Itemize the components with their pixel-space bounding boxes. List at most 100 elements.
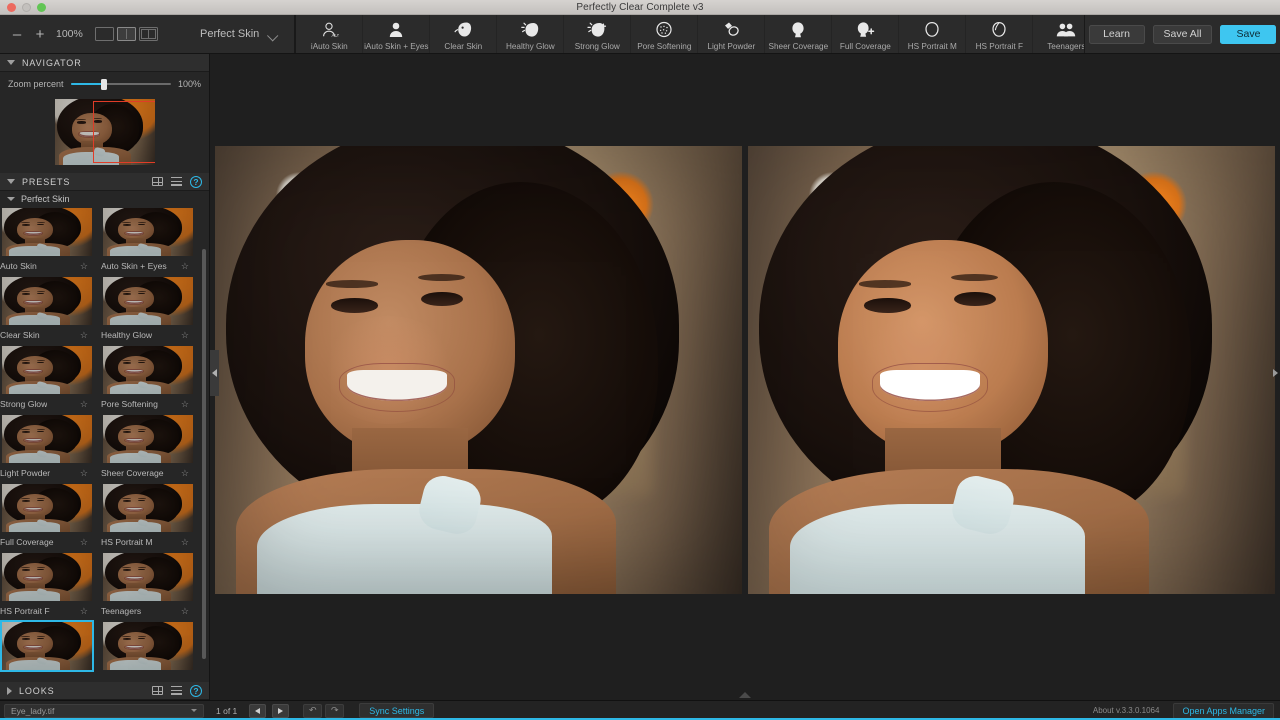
preset-item[interactable]: Healthy Glow ☆ (101, 275, 198, 343)
toolbar-preset-strong-glow[interactable]: Strong Glow (564, 15, 632, 53)
toolbar-preset-full-coverage[interactable]: Full Coverage (832, 15, 900, 53)
toolbar-preset-strip: AUTO iAuto Skin iAuto Skin + Eyes Clear … (295, 15, 1084, 53)
save-button[interactable]: Save (1220, 24, 1277, 44)
presets-group-header[interactable]: Perfect Skin (0, 191, 209, 206)
view-mode-split-icon[interactable] (116, 27, 136, 41)
learn-button[interactable]: Learn (1088, 24, 1145, 44)
toolbar-preset-label: Sheer Coverage (768, 41, 829, 51)
preset-thumbnail[interactable] (0, 206, 94, 258)
favorite-star-icon[interactable]: ☆ (181, 537, 189, 548)
preset-item[interactable]: HS Portrait F ☆ (0, 551, 97, 619)
navigator-thumbnail[interactable] (54, 99, 155, 165)
favorite-star-icon[interactable]: ☆ (181, 468, 189, 479)
view-mode-side-by-side-icon[interactable] (138, 27, 158, 41)
preset-item[interactable]: Pore Softening ☆ (101, 344, 198, 412)
preset-item[interactable] (101, 620, 198, 682)
toolbar-preset-hs-portrait-m[interactable]: HS Portrait M (899, 15, 967, 53)
expand-filmstrip-arrow[interactable] (739, 692, 751, 698)
presets-section-header[interactable]: PRESETS ? (0, 173, 209, 191)
grid-view-icon[interactable] (152, 686, 163, 695)
preset-item[interactable]: Teenagers ☆ (101, 551, 198, 619)
open-apps-manager-button[interactable]: Open Apps Manager (1173, 702, 1274, 719)
navigator-zoom-percent: 100% (177, 79, 201, 89)
toolbar-preset-iauto-skin-eyes[interactable]: iAuto Skin + Eyes (363, 15, 431, 53)
undo-button[interactable]: ↶ (303, 703, 323, 718)
favorite-star-icon[interactable]: ☆ (181, 606, 189, 617)
sync-settings-button[interactable]: Sync Settings (359, 703, 435, 718)
preset-thumbnail[interactable] (101, 551, 195, 603)
preset-item[interactable] (0, 620, 97, 682)
preset-thumbnail[interactable] (0, 482, 94, 534)
light-powder-icon (721, 20, 741, 39)
preset-thumbnail[interactable] (101, 206, 195, 258)
preset-item[interactable]: Light Powder ☆ (0, 413, 97, 481)
zoom-out-button[interactable]: – (10, 27, 24, 42)
zoom-in-button[interactable]: + (33, 27, 47, 42)
before-image-pane[interactable] (215, 146, 742, 594)
toolbar-preset-sheer-coverage[interactable]: Sheer Coverage (765, 15, 833, 53)
preset-thumbnail[interactable] (0, 551, 94, 603)
toolbar-preset-healthy-glow[interactable]: Healthy Glow (497, 15, 565, 53)
navigator-zoom-slider[interactable] (70, 78, 171, 90)
toolbar-preset-clear-skin[interactable]: Clear Skin (430, 15, 498, 53)
toolbar-preset-light-powder[interactable]: Light Powder (698, 15, 766, 53)
grid-view-icon[interactable] (152, 177, 163, 186)
preset-thumbnail[interactable] (0, 275, 94, 327)
save-all-button[interactable]: Save All (1152, 24, 1213, 44)
favorite-star-icon[interactable]: ☆ (181, 330, 189, 341)
preset-label: Light Powder (0, 468, 51, 478)
looks-section-header[interactable]: LOOKS ? (0, 682, 209, 700)
help-icon[interactable]: ? (190, 175, 202, 188)
help-icon[interactable]: ? (190, 684, 202, 697)
after-image-pane[interactable] (748, 146, 1275, 594)
preset-thumbnail[interactable] (101, 413, 195, 465)
navigator-section-header[interactable]: NAVIGATOR (0, 54, 209, 72)
preset-thumbnail[interactable] (101, 275, 195, 327)
favorite-star-icon[interactable]: ☆ (181, 261, 189, 272)
favorite-star-icon[interactable]: ☆ (80, 330, 88, 341)
presets-grid: Auto Skin ☆ Auto Skin + Eyes ☆ Clear Skin ☆ He… (0, 206, 209, 682)
navigator-crop-rectangle[interactable] (92, 101, 155, 163)
collapse-left-panel-arrow[interactable] (210, 350, 219, 396)
toolbar-preset-iauto-skin[interactable]: AUTO iAuto Skin (296, 15, 364, 53)
toolbar-preset-teenagers[interactable]: Teenagers (1033, 15, 1084, 53)
previous-image-button[interactable] (249, 703, 267, 718)
preset-thumbnail[interactable] (101, 344, 195, 396)
file-selector[interactable]: Eye_lady.tif (4, 703, 204, 718)
favorite-star-icon[interactable]: ☆ (80, 468, 88, 479)
preset-thumbnail[interactable] (101, 482, 195, 534)
triangle-down-icon (7, 60, 15, 65)
favorite-star-icon[interactable]: ☆ (80, 399, 88, 410)
navigator-zoom-label: Zoom percent (8, 79, 64, 89)
navigator-zoom-handle[interactable] (100, 78, 107, 90)
preset-item[interactable]: Full Coverage ☆ (0, 482, 97, 550)
preset-item[interactable]: Clear Skin ☆ (0, 275, 97, 343)
presets-scrollbar[interactable] (202, 249, 206, 659)
preset-thumbnail[interactable] (101, 620, 195, 672)
list-view-icon[interactable] (171, 686, 182, 695)
collapse-right-panel-arrow[interactable] (1271, 350, 1280, 396)
toolbar-preset-hs-portrait-f[interactable]: HS Portrait F (966, 15, 1034, 53)
favorite-star-icon[interactable]: ☆ (80, 606, 88, 617)
preset-item[interactable]: Sheer Coverage ☆ (101, 413, 198, 481)
preset-thumbnail[interactable] (0, 620, 94, 672)
preset-item[interactable]: HS Portrait M ☆ (101, 482, 198, 550)
favorite-star-icon[interactable]: ☆ (80, 537, 88, 548)
redo-button[interactable]: ↷ (325, 703, 345, 718)
view-mode-single-icon[interactable] (94, 27, 114, 41)
preset-item[interactable]: Auto Skin + Eyes ☆ (101, 206, 198, 274)
preset-item[interactable]: Strong Glow ☆ (0, 344, 97, 412)
next-image-button[interactable] (272, 703, 290, 718)
favorite-star-icon[interactable]: ☆ (181, 399, 189, 410)
preset-item[interactable]: Auto Skin ☆ (0, 206, 97, 274)
preset-thumbnail[interactable] (0, 413, 94, 465)
triangle-down-icon (7, 179, 15, 184)
list-view-icon[interactable] (171, 177, 182, 186)
image-viewport[interactable] (210, 54, 1280, 700)
preset-category-dropdown[interactable]: Perfect Skin (196, 15, 296, 53)
toolbar-preset-pore-softening[interactable]: Pore Softening (631, 15, 699, 53)
preset-thumbnail[interactable] (0, 344, 94, 396)
favorite-star-icon[interactable]: ☆ (80, 261, 88, 272)
presets-list[interactable]: Perfect Skin Auto Skin ☆ Auto Skin + Eyes ☆… (0, 191, 209, 682)
navigator-zoom-row: Zoom percent 100% (8, 78, 201, 90)
